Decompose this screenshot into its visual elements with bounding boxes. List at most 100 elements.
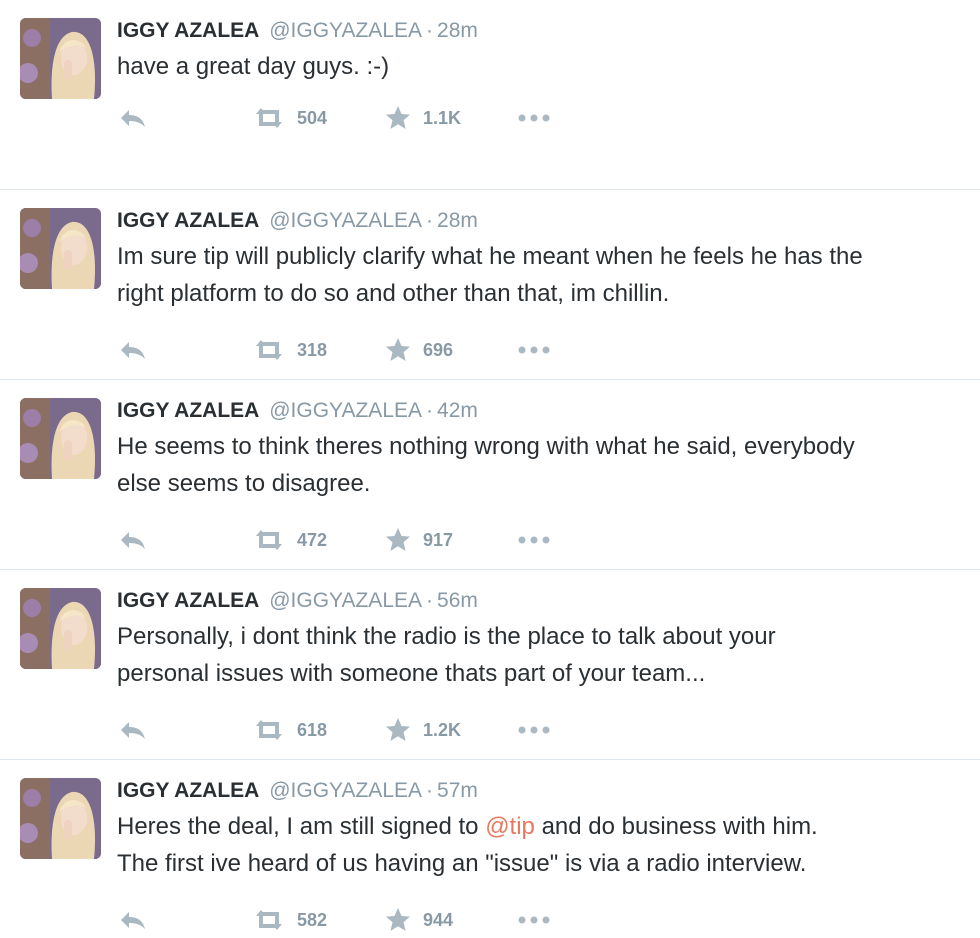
reply-button[interactable] xyxy=(119,902,147,938)
retweet-count: 618 xyxy=(297,719,328,740)
tweet-text: Heres the deal, I am still signed to @ti… xyxy=(117,808,968,882)
reply-icon xyxy=(121,110,145,127)
more-button[interactable] xyxy=(517,100,551,136)
tweet-header: IGGY AZALEA @IGGYAZALEA · 57m xyxy=(117,776,968,806)
timestamp[interactable]: 42m xyxy=(437,399,478,422)
retweet-icon xyxy=(256,530,282,550)
tweet-text-line: Im sure tip will publicly clarify what h… xyxy=(117,243,863,270)
timestamp[interactable]: 28m xyxy=(437,209,478,232)
username[interactable]: @IGGYAZALEA xyxy=(269,779,422,802)
tweet-text-line: He seems to think theres nothing wrong w… xyxy=(117,433,855,460)
tweet-header: IGGY AZALEA @IGGYAZALEA · 56m xyxy=(117,586,968,616)
tweet[interactable]: IGGY AZALEA @IGGYAZALEA · 56m Personally, … xyxy=(0,570,980,760)
retweet-button[interactable]: 504 xyxy=(253,100,327,136)
tweet[interactable]: IGGY AZALEA @IGGYAZALEA · 28m Im sure tip … xyxy=(0,190,980,380)
tweet[interactable]: IGGY AZALEA @IGGYAZALEA · 42m He seems to … xyxy=(0,380,980,570)
separator: · xyxy=(426,779,434,802)
tweet-header: IGGY AZALEA @IGGYAZALEA · 28m xyxy=(117,206,968,236)
separator: · xyxy=(426,589,434,612)
reply-button[interactable] xyxy=(119,332,147,368)
timestamp[interactable]: 56m xyxy=(437,589,478,612)
tweet-text-line: right platform to do so and other than t… xyxy=(117,280,670,307)
avatar[interactable] xyxy=(20,18,101,99)
reply-icon xyxy=(121,912,145,929)
tweet[interactable]: IGGY AZALEA @IGGYAZALEA · 57m Heres the de… xyxy=(0,760,980,931)
reply-icon xyxy=(121,532,145,549)
tweet-actions: 318 696 xyxy=(117,332,577,368)
tweet-text-line: else seems to disagree. xyxy=(117,470,371,497)
separator: · xyxy=(426,209,434,232)
favorite-count: 917 xyxy=(423,529,454,550)
tweet-text: Personally, i dont think the radio is th… xyxy=(117,618,968,692)
tweet-text: Im sure tip will publicly clarify what h… xyxy=(117,238,968,312)
star-icon xyxy=(386,106,410,129)
tweet-text-line: have a great day guys. :-) xyxy=(117,53,390,80)
retweet-count: 472 xyxy=(297,529,328,550)
favorite-button[interactable]: 1.2K xyxy=(385,712,461,748)
display-name[interactable]: IGGY AZALEA xyxy=(117,19,259,42)
more-button[interactable] xyxy=(517,522,551,558)
retweet-icon xyxy=(256,720,282,740)
avatar[interactable] xyxy=(20,588,101,669)
username[interactable]: @IGGYAZALEA xyxy=(269,589,422,612)
avatar[interactable] xyxy=(20,398,101,479)
username[interactable]: @IGGYAZALEA xyxy=(269,209,422,232)
display-name[interactable]: IGGY AZALEA xyxy=(117,399,259,422)
favorite-button[interactable]: 1.1K xyxy=(385,100,461,136)
more-dots-icon xyxy=(518,346,550,354)
username[interactable]: @IGGYAZALEA xyxy=(269,399,422,422)
more-dots-icon xyxy=(518,114,550,122)
tweet-actions: 504 1.1K xyxy=(117,100,577,136)
favorite-button[interactable]: 944 xyxy=(385,902,453,938)
reply-icon xyxy=(121,722,145,739)
star-icon xyxy=(386,528,410,551)
favorite-count: 1.2K xyxy=(423,719,462,740)
reply-button[interactable] xyxy=(119,522,147,558)
favorite-button[interactable]: 917 xyxy=(385,522,453,558)
tweet-header: IGGY AZALEA @IGGYAZALEA · 28m xyxy=(117,16,968,46)
favorite-count: 944 xyxy=(423,909,454,930)
timeline: IGGY AZALEA @IGGYAZALEA · 28m have a great… xyxy=(0,0,980,931)
favorite-button[interactable]: 696 xyxy=(385,332,453,368)
reply-button[interactable] xyxy=(119,100,147,136)
avatar-photo xyxy=(20,588,101,669)
display-name[interactable]: IGGY AZALEA xyxy=(117,209,259,232)
retweet-button[interactable]: 472 xyxy=(253,522,327,558)
timestamp[interactable]: 57m xyxy=(437,779,478,802)
more-button[interactable] xyxy=(517,332,551,368)
mention-link[interactable]: @tip xyxy=(485,813,535,840)
more-button[interactable] xyxy=(517,712,551,748)
avatar[interactable] xyxy=(20,208,101,289)
retweet-count: 504 xyxy=(297,107,328,128)
tweet-actions: 472 917 xyxy=(117,522,577,558)
favorite-count: 696 xyxy=(423,339,454,360)
tweet-text-line: Heres the deal, I am still signed to @ti… xyxy=(117,808,968,845)
timestamp[interactable]: 28m xyxy=(437,19,478,42)
more-button[interactable] xyxy=(517,902,551,938)
tweet[interactable]: IGGY AZALEA @IGGYAZALEA · 28m have a great… xyxy=(0,0,980,190)
avatar-photo xyxy=(20,18,101,99)
display-name[interactable]: IGGY AZALEA xyxy=(117,589,259,612)
tweet-header: IGGY AZALEA @IGGYAZALEA · 42m xyxy=(117,396,968,426)
tweet-text-fragment: and do business with him. xyxy=(534,813,818,840)
separator: · xyxy=(426,19,434,42)
more-dots-icon xyxy=(518,536,550,544)
reply-button[interactable] xyxy=(119,712,147,748)
display-name[interactable]: IGGY AZALEA xyxy=(117,779,259,802)
username[interactable]: @IGGYAZALEA xyxy=(269,19,422,42)
retweet-icon xyxy=(256,340,282,360)
retweet-count: 318 xyxy=(297,339,328,360)
retweet-button[interactable]: 618 xyxy=(253,712,327,748)
star-icon xyxy=(386,338,410,361)
tweet-text-fragment: Heres the deal, I am still signed to xyxy=(117,813,486,840)
tweet-text: have a great day guys. :-) xyxy=(117,48,968,85)
retweet-count: 582 xyxy=(297,909,328,930)
avatar-photo xyxy=(20,208,101,289)
retweet-button[interactable]: 582 xyxy=(253,902,327,938)
star-icon xyxy=(386,908,410,931)
more-dots-icon xyxy=(518,916,550,924)
reply-icon xyxy=(121,342,145,359)
retweet-icon xyxy=(256,910,282,930)
retweet-button[interactable]: 318 xyxy=(253,332,327,368)
avatar[interactable] xyxy=(20,778,101,859)
